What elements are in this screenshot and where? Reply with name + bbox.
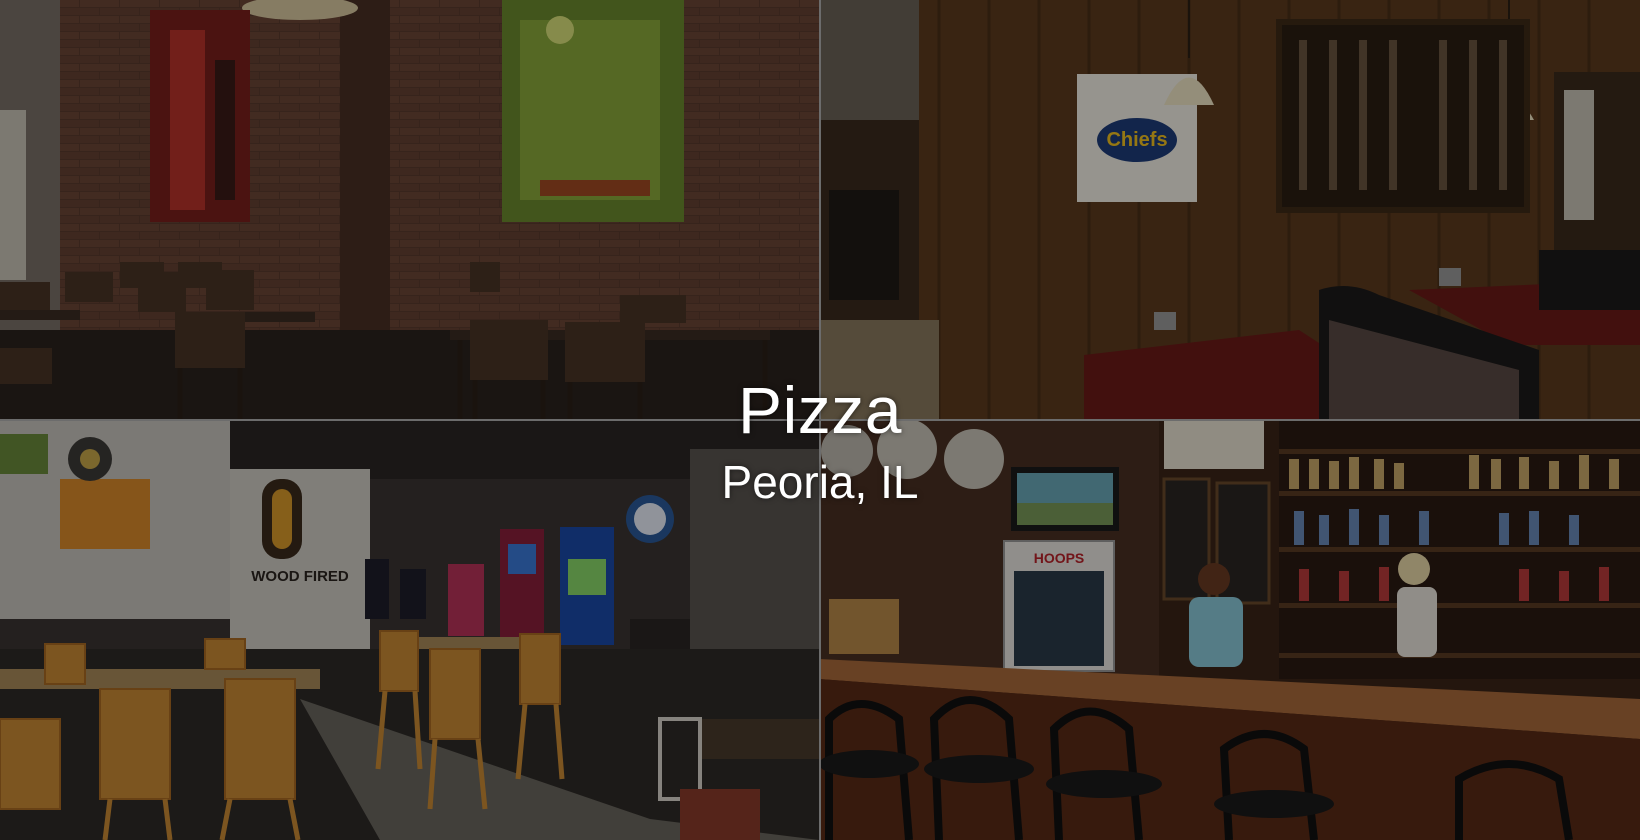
- bartender-left: [1189, 597, 1243, 667]
- dining-room-illustration: [0, 0, 819, 419]
- hoops-sign: HOOPS: [1034, 550, 1085, 566]
- collage: Chiefs WOOD FIRED HOOPS Pizza Peoria, IL: [0, 0, 1640, 840]
- wood-fired-sign: WOOD FIRED: [251, 568, 349, 585]
- category-title: Pizza: [738, 373, 902, 447]
- location-subtitle: Peoria, IL: [721, 456, 919, 508]
- photo-wood-paneled-booths: Chiefs: [819, 0, 1640, 419]
- title-overlay: Pizza Peoria, IL: [0, 372, 1640, 510]
- photo-dining-room-brick-wall: [0, 0, 819, 419]
- chiefs-logo-text: Chiefs: [1106, 129, 1167, 151]
- bartender-right: [1397, 587, 1437, 657]
- booths-illustration: Chiefs: [819, 0, 1640, 419]
